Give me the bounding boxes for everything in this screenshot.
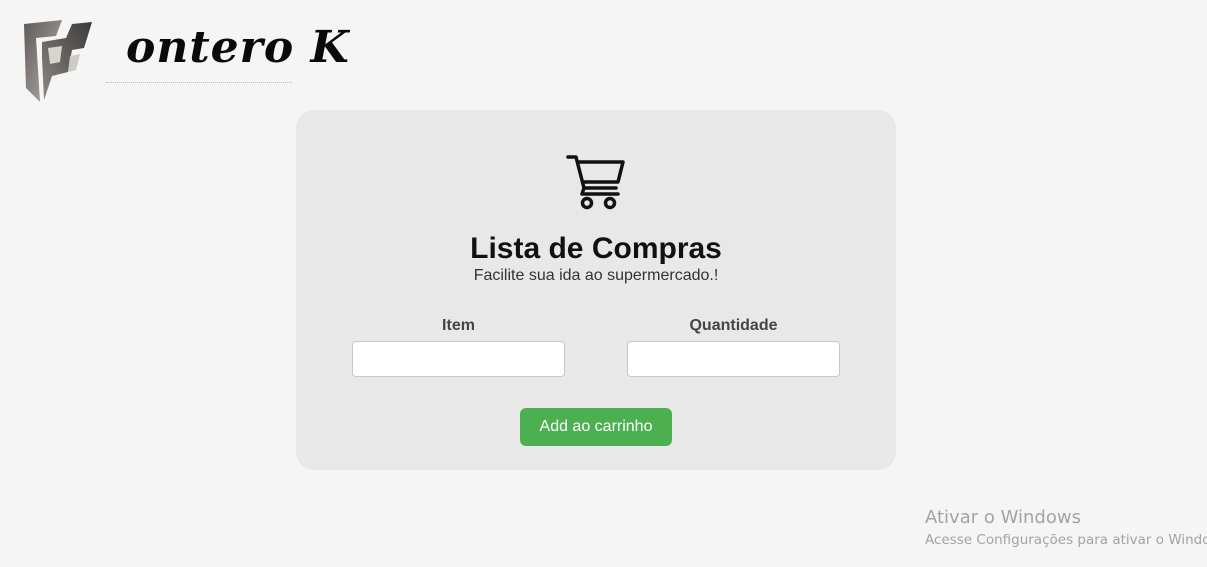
watermark-subtitle: Acesse Configurações para ativar o Windo…	[925, 532, 1207, 548]
shopping-list-card: Lista de Compras Facilite sua ida ao sup…	[296, 110, 896, 470]
page-subtitle: Facilite sua ida ao supermercado.!	[473, 267, 719, 284]
logo-tagline-divider	[106, 82, 292, 85]
logo-mark-icon	[24, 20, 92, 102]
quantity-field-group: Quantidade	[627, 316, 840, 377]
logo[interactable]: ontero K	[22, 18, 349, 106]
item-label: Item	[442, 317, 475, 334]
logo-text: ontero K	[126, 22, 350, 73]
watermark-title: Ativar o Windows	[925, 507, 1081, 528]
item-field-group: Item	[352, 316, 565, 377]
page: ontero K Lista de Compras Facilite sua i…	[0, 0, 1207, 567]
add-to-cart-button[interactable]: Add ao carrinho	[520, 408, 672, 446]
item-input[interactable]	[352, 341, 565, 377]
windows-activation-watermark: Ativar o Windows Acesse Configurações pa…	[925, 506, 1207, 550]
quantity-label: Quantidade	[689, 317, 778, 334]
cart-icon	[566, 155, 625, 210]
page-title: Lista de Compras	[470, 232, 722, 265]
quantity-input[interactable]	[627, 341, 840, 377]
